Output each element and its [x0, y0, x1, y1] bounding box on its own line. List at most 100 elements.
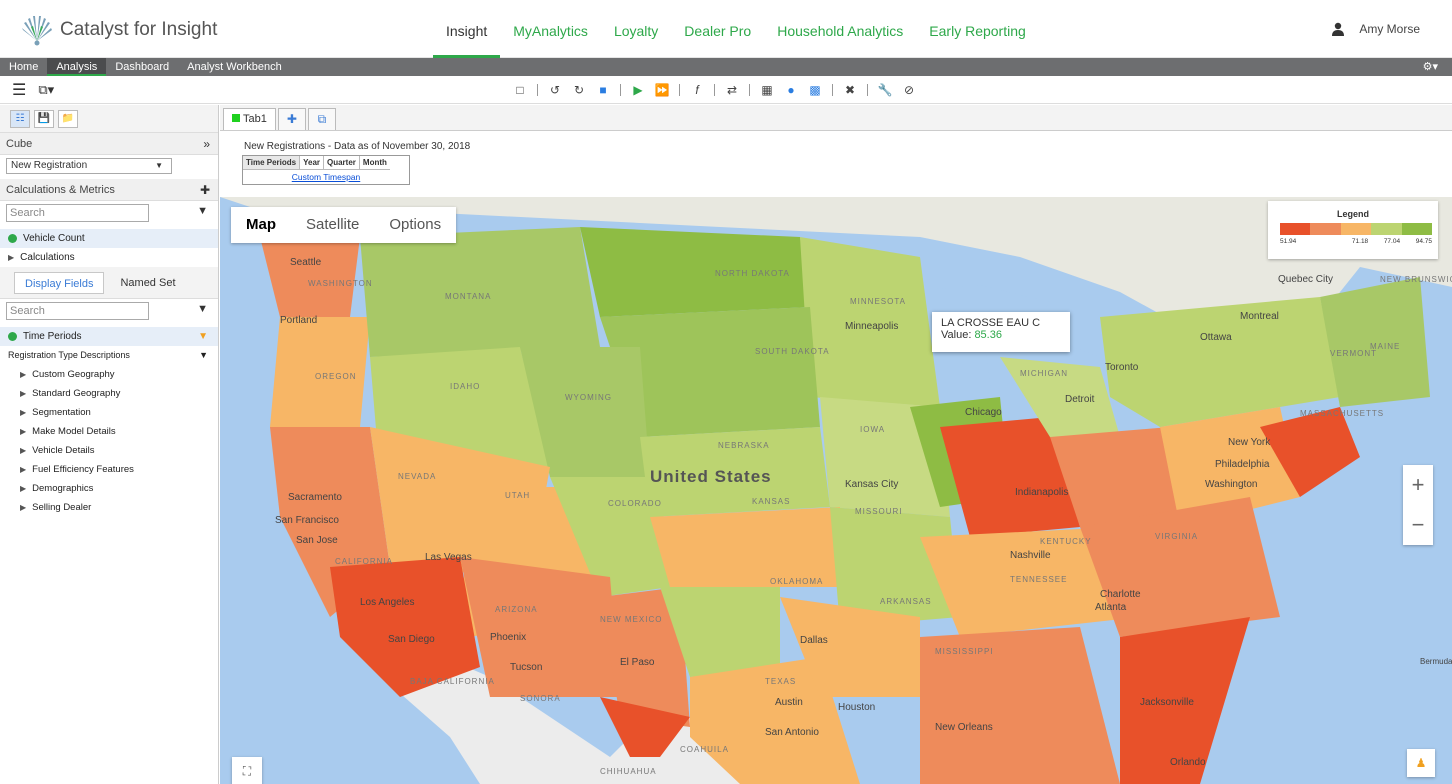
cancel-icon[interactable]: ⊘	[897, 81, 921, 99]
expand-icon[interactable]: ✖	[838, 81, 862, 99]
folder-icon[interactable]: 📁	[58, 109, 78, 128]
add-icon[interactable]: ✚	[200, 179, 210, 201]
active-filter-icon[interactable]: ▼	[198, 327, 208, 346]
tree-item-label: Standard Geography	[32, 388, 121, 399]
expand-arrow-icon: ▶	[20, 484, 27, 493]
map-type-options[interactable]: Options	[374, 207, 456, 243]
tab-label: Tab1	[243, 113, 267, 125]
tree-item[interactable]: ▶ Make Model Details	[0, 422, 218, 441]
field-registration-type[interactable]: Registration Type Descriptions ▼	[0, 346, 218, 365]
custom-timespan-link[interactable]: Custom Timespan	[243, 170, 409, 184]
hamburger-menu-icon[interactable]: ☰	[12, 80, 26, 100]
field-time-periods[interactable]: Time Periods ▼	[0, 327, 218, 346]
topnav-myanalytics[interactable]: MyAnalytics	[500, 0, 601, 58]
map-tooltip: LA CROSSE EAU C Value: 85.36	[932, 312, 1070, 352]
stop-icon[interactable]: ■	[591, 81, 615, 99]
run-all-icon[interactable]: ⏩	[650, 81, 674, 99]
topnav-insight[interactable]: Insight	[433, 0, 501, 58]
field-search-input[interactable]: Search	[6, 302, 149, 320]
choropleth-map[interactable]	[220, 197, 1452, 784]
state-label: NORTH DAKOTA	[715, 269, 790, 278]
period-month[interactable]: Month	[359, 156, 390, 170]
map-container[interactable]: Map Satellite Options Legend 51.94 71.18…	[220, 197, 1452, 784]
tab-display-fields[interactable]: Display Fields	[14, 271, 105, 294]
subnav-dashboard[interactable]: Dashboard	[106, 58, 178, 76]
cube-select[interactable]: New Registration ▼	[6, 158, 172, 174]
tree-item-label: Demographics	[32, 483, 94, 494]
region-washington	[260, 237, 360, 317]
calc-label: Calculations & Metrics	[6, 184, 115, 196]
tree-item[interactable]: ▶ Demographics	[0, 479, 218, 498]
tree-item[interactable]: ▶ Vehicle Details	[0, 441, 218, 460]
add-report-icon[interactable]: ⧉▾	[38, 82, 54, 98]
tree-item[interactable]: ▶ Custom Geography	[0, 365, 218, 384]
legend-swatch	[1371, 223, 1402, 235]
main-content: Tab1 ✚ ⧉ New Registrations - Data as of …	[220, 105, 1452, 784]
zoom-out-button[interactable]: −	[1403, 505, 1433, 545]
period-time-periods[interactable]: Time Periods	[243, 156, 301, 170]
tree-item[interactable]: ▶ Segmentation	[0, 403, 218, 422]
cube-select-value: New Registration	[11, 160, 88, 171]
add-tab-icon[interactable]: ✚	[277, 108, 306, 130]
tree-item-label: Make Model Details	[32, 426, 116, 437]
undo-icon[interactable]: ↺	[543, 81, 567, 99]
map-view-icon[interactable]: ●	[779, 81, 803, 99]
city-label: Kansas City	[845, 479, 899, 490]
topnav-dealer-pro[interactable]: Dealer Pro	[671, 0, 764, 58]
city-label: Washington	[1205, 479, 1258, 490]
user-menu[interactable]: Amy Morse	[1331, 22, 1420, 36]
grid-view-icon[interactable]: ▦	[755, 81, 779, 99]
redo-icon[interactable]: ↻	[567, 81, 591, 99]
tab-tab1[interactable]: Tab1	[223, 108, 276, 130]
filter-icon[interactable]: ▼	[199, 346, 208, 365]
topnav-household-analytics[interactable]: Household Analytics	[764, 0, 916, 58]
subnav-analysis[interactable]: Analysis	[47, 58, 107, 76]
metric-search-input[interactable]: Search	[6, 204, 149, 222]
city-label: Austin	[775, 697, 803, 708]
metric-vehicle-count[interactable]: Vehicle Count	[0, 229, 218, 248]
period-quarter[interactable]: Quarter	[324, 156, 360, 170]
city-label: Los Angeles	[360, 597, 415, 608]
cube-header: Cube »	[0, 133, 218, 155]
state-label: TENNESSEE	[1010, 575, 1068, 584]
state-label: MINNESOTA	[850, 297, 906, 306]
chart-view-icon[interactable]: ▩	[803, 81, 827, 99]
toolbar-divider	[620, 84, 621, 96]
subnav-home[interactable]: Home	[0, 58, 47, 76]
tree-item[interactable]: ▶ Fuel Efficiency Features	[0, 460, 218, 479]
duplicate-tab-icon[interactable]: ⧉	[307, 108, 336, 130]
filter-icon[interactable]: ▼	[197, 303, 208, 315]
fullscreen-icon[interactable]: ⛶	[232, 757, 262, 784]
topnav-early-reporting[interactable]: Early Reporting	[916, 0, 1039, 58]
tree-item-label: Segmentation	[32, 407, 91, 418]
metric-calculations[interactable]: ▶ Calculations	[0, 248, 218, 267]
save-icon[interactable]: 💾	[34, 109, 54, 128]
topnav-loyalty[interactable]: Loyalty	[601, 0, 671, 58]
swap-axes-icon[interactable]: ⇄	[720, 81, 744, 99]
run-icon[interactable]: ▶	[626, 81, 650, 99]
data-tree-icon[interactable]: ☷	[10, 109, 30, 128]
function-icon[interactable]: f	[685, 81, 709, 99]
street-view-pegman-icon[interactable]: ♟	[1407, 749, 1435, 777]
subnav-analyst-workbench[interactable]: Analyst Workbench	[178, 58, 291, 76]
brand[interactable]: Catalyst for Insight	[20, 13, 217, 47]
toolbar-divider	[714, 84, 715, 96]
map-type-satellite[interactable]: Satellite	[291, 207, 374, 243]
field-search-row: Search ▼	[0, 299, 218, 327]
toolbar-divider	[537, 84, 538, 96]
document-tabs: Tab1 ✚ ⧉	[220, 105, 1452, 131]
filter-icon[interactable]: ▼	[197, 205, 208, 217]
new-document-icon[interactable]: □	[508, 81, 532, 99]
zoom-in-button[interactable]: +	[1403, 465, 1433, 505]
collapse-icon[interactable]: »	[203, 133, 210, 155]
tree-item[interactable]: ▶ Standard Geography	[0, 384, 218, 403]
tree-item[interactable]: ▶ Selling Dealer	[0, 498, 218, 517]
tab-named-set[interactable]: Named Set	[110, 272, 185, 294]
settings-gear-icon[interactable]: ⚙▾	[1423, 60, 1438, 73]
tree-item-label: Vehicle Details	[32, 445, 95, 456]
map-type-map[interactable]: Map	[231, 207, 291, 243]
city-label: San Antonio	[765, 727, 819, 738]
period-year[interactable]: Year	[300, 156, 324, 170]
wrench-icon[interactable]: 🔧	[873, 81, 897, 99]
state-label: CALIFORNIA	[335, 557, 394, 566]
